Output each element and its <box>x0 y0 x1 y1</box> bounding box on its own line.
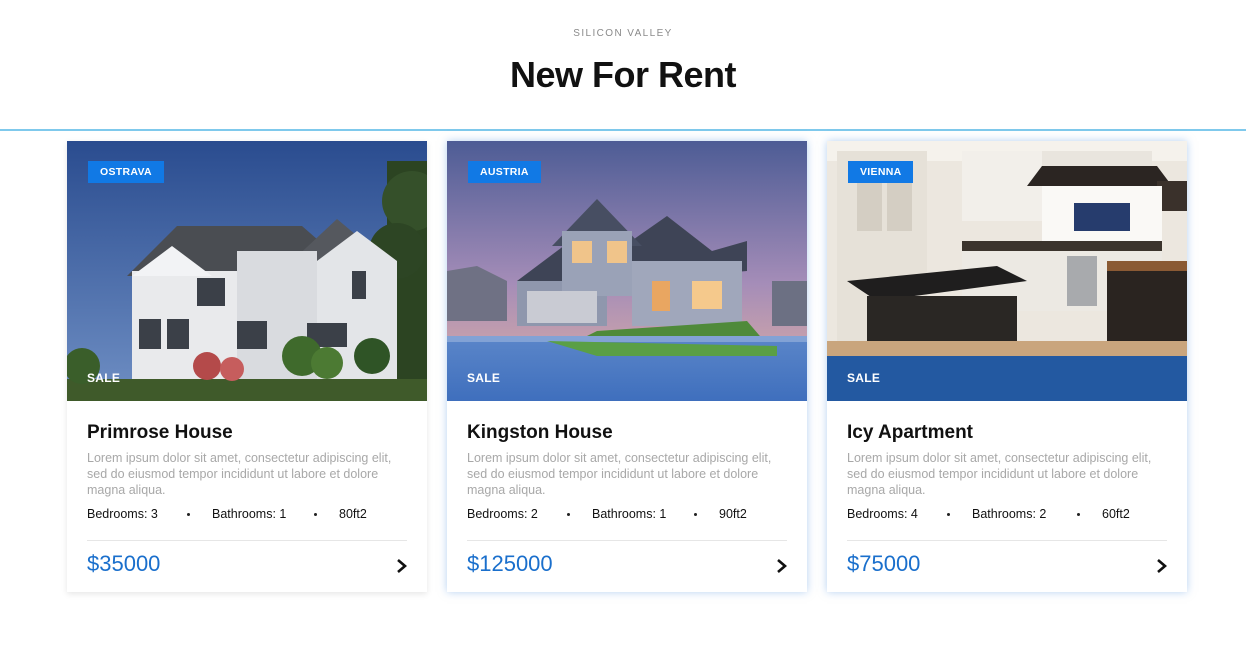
section-title: New For Rent <box>509 54 737 95</box>
property-photo[interactable]: VIENNA SALE <box>827 141 1187 401</box>
card-divider <box>87 540 407 541</box>
property-card-kingston[interactable]: AUSTRIA SALE Kingston House Lorem ipsum … <box>447 141 807 592</box>
property-specs: Bedrooms: 2 Bathrooms: 1 90ft2 <box>467 507 787 523</box>
area-size: 60ft2 <box>1102 507 1130 521</box>
card-divider <box>847 540 1167 541</box>
bathrooms-count: Bathrooms: 2 <box>972 507 1047 521</box>
area-size: 90ft2 <box>719 507 747 521</box>
property-card-icy[interactable]: VIENNA SALE Icy Apartment Lorem ipsum do… <box>827 141 1187 592</box>
page: SILICON VALLEY New For Rent OSTRAVA SALE… <box>0 0 1246 646</box>
bedrooms-count: Bedrooms: 2 <box>467 507 538 521</box>
location-badge[interactable]: VIENNA <box>848 161 914 183</box>
chevron-right-icon[interactable] <box>395 558 409 574</box>
area-size: 80ft2 <box>339 507 367 521</box>
location-badge[interactable]: AUSTRIA <box>468 161 541 183</box>
property-card-primrose[interactable]: OSTRAVA SALE Primrose House Lorem ipsum … <box>67 141 427 592</box>
property-description: Lorem ipsum dolor sit amet, consectetur … <box>87 451 392 497</box>
property-specs: Bedrooms: 3 Bathrooms: 1 80ft2 <box>87 507 407 523</box>
spec-separator <box>947 513 950 516</box>
sale-tag: SALE <box>847 371 881 385</box>
spec-separator <box>1077 513 1080 516</box>
property-description: Lorem ipsum dolor sit amet, consectetur … <box>467 451 772 497</box>
card-divider <box>467 540 787 541</box>
property-photo[interactable]: AUSTRIA SALE <box>447 141 807 401</box>
bedrooms-count: Bedrooms: 3 <box>87 507 158 521</box>
property-price: $35000 <box>87 551 161 576</box>
property-description: Lorem ipsum dolor sit amet, consectetur … <box>847 451 1152 497</box>
bathrooms-count: Bathrooms: 1 <box>592 507 667 521</box>
spec-separator <box>567 513 570 516</box>
property-specs: Bedrooms: 4 Bathrooms: 2 60ft2 <box>847 507 1167 523</box>
spec-separator <box>694 513 697 516</box>
chevron-right-icon[interactable] <box>775 558 789 574</box>
sale-tag: SALE <box>87 371 121 385</box>
header-divider <box>0 129 1246 131</box>
property-photo[interactable]: OSTRAVA SALE <box>67 141 427 401</box>
spec-separator <box>187 513 190 516</box>
property-title[interactable]: Primrose House <box>87 422 233 444</box>
property-title[interactable]: Kingston House <box>467 422 613 444</box>
property-title[interactable]: Icy Apartment <box>847 422 973 444</box>
chevron-right-icon[interactable] <box>1155 558 1169 574</box>
bathrooms-count: Bathrooms: 1 <box>212 507 287 521</box>
sale-tag: SALE <box>467 371 501 385</box>
spec-separator <box>314 513 317 516</box>
property-price: $75000 <box>847 551 921 576</box>
bedrooms-count: Bedrooms: 4 <box>847 507 918 521</box>
section-header: SILICON VALLEY New For Rent <box>0 0 1246 129</box>
location-badge[interactable]: OSTRAVA <box>88 161 164 183</box>
section-eyebrow: SILICON VALLEY <box>573 28 673 39</box>
property-price: $125000 <box>467 551 553 576</box>
